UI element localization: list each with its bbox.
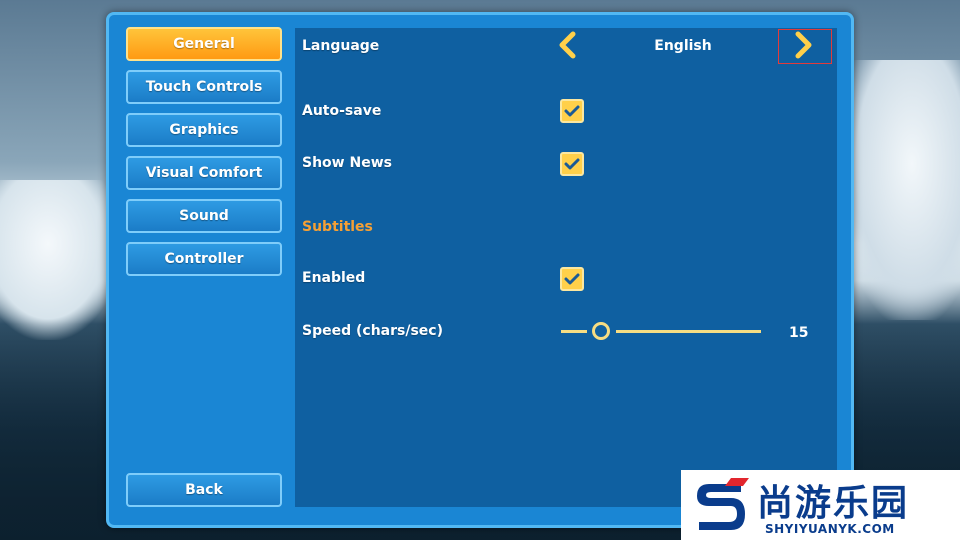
show-news-label: Show News bbox=[302, 155, 392, 171]
speed-slider-track-filled bbox=[561, 330, 587, 333]
settings-content: Language English Auto-save Show News Sub… bbox=[295, 28, 837, 507]
background-iceberg-right bbox=[840, 60, 960, 320]
tab-controller[interactable]: Controller bbox=[126, 242, 282, 276]
language-prev-button[interactable] bbox=[553, 30, 583, 60]
watermark-text: 尚游乐园 bbox=[757, 483, 910, 524]
watermark: 尚游乐园 SHYIYUANYK.COM bbox=[681, 470, 960, 540]
subtitles-enabled-label: Enabled bbox=[302, 270, 366, 286]
watermark-url: SHYIYUANYK.COM bbox=[765, 522, 895, 536]
language-label: Language bbox=[302, 38, 380, 54]
checkmark-icon bbox=[564, 158, 580, 170]
background-iceberg-left bbox=[0, 180, 120, 340]
chevron-right-icon bbox=[795, 31, 812, 59]
tab-graphics[interactable]: Graphics bbox=[126, 113, 282, 147]
tab-general[interactable]: General bbox=[126, 27, 282, 61]
tab-touch-controls[interactable]: Touch Controls bbox=[126, 70, 282, 104]
checkmark-icon bbox=[564, 273, 580, 285]
watermark-logo-icon bbox=[697, 478, 749, 530]
autosave-checkbox[interactable] bbox=[560, 99, 584, 123]
speed-slider-handle[interactable] bbox=[592, 322, 610, 340]
chevron-left-icon bbox=[559, 31, 576, 59]
tab-visual-comfort[interactable]: Visual Comfort bbox=[126, 156, 282, 190]
settings-panel: General Touch Controls Graphics Visual C… bbox=[106, 12, 854, 528]
language-value: English bbox=[654, 38, 712, 54]
language-next-button[interactable] bbox=[788, 30, 818, 60]
subtitles-speed-label: Speed (chars/sec) bbox=[302, 323, 443, 339]
speed-value: 15 bbox=[789, 325, 809, 341]
autosave-label: Auto-save bbox=[302, 103, 382, 119]
subtitles-enabled-checkbox[interactable] bbox=[560, 267, 584, 291]
tab-sound[interactable]: Sound bbox=[126, 199, 282, 233]
checkmark-icon bbox=[564, 105, 580, 117]
speed-slider-track[interactable] bbox=[616, 330, 761, 333]
back-button[interactable]: Back bbox=[126, 473, 282, 507]
subtitles-section-title: Subtitles bbox=[302, 219, 373, 235]
show-news-checkbox[interactable] bbox=[560, 152, 584, 176]
